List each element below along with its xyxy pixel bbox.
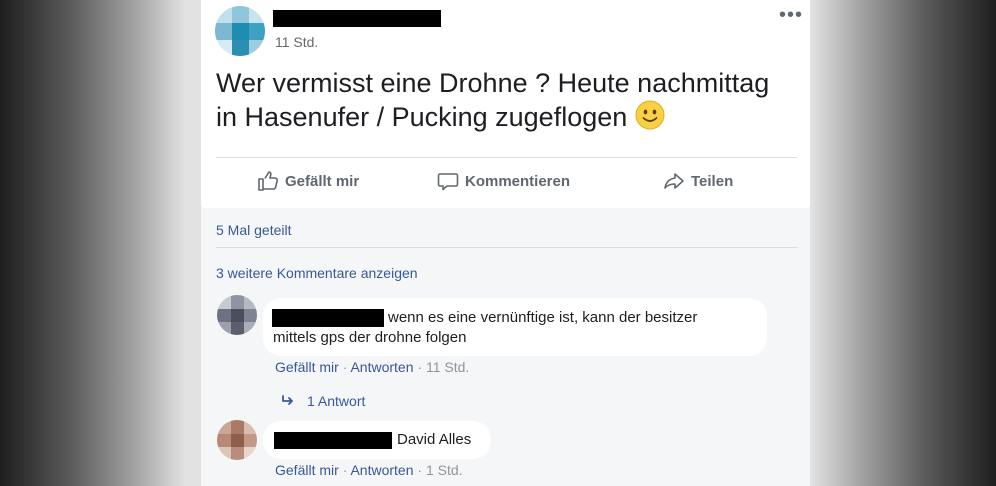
more-comments-link[interactable]: 3 weitere Kommentare anzeigen: [216, 265, 418, 281]
comment-bubble: wenn es eine vernünftige ist, kann der b…: [263, 298, 767, 356]
reply-like-link[interactable]: Gefällt mir: [275, 462, 339, 478]
reply-text: David Alles: [397, 431, 472, 448]
like-label: Gefällt mir: [285, 172, 360, 190]
share-button[interactable]: Teilen: [663, 170, 733, 192]
replier-avatar[interactable]: [217, 420, 257, 460]
comment-timestamp[interactable]: 11 Std.: [426, 359, 469, 375]
reply-bubble: David Alles: [263, 421, 491, 459]
comment-bubble-icon: [437, 173, 459, 191]
comment-text: wenn es eine vernünftige ist, kann der b…: [273, 309, 698, 346]
comment-label: Kommentieren: [465, 172, 571, 190]
share-label: Teilen: [691, 172, 734, 190]
comment-like-link[interactable]: Gefällt mir: [275, 359, 339, 375]
post-card: 11 Std. ••• Wer vermisst eine Drohne ? H…: [201, 0, 810, 208]
divider: [216, 247, 797, 248]
share-arrow-icon: [664, 173, 684, 189]
reply-actions: Gefällt mir · Antworten · 1 Std.: [275, 462, 463, 478]
view-replies-link[interactable]: 1 Antwort: [281, 393, 365, 409]
comment-actions: Gefällt mir · Antworten · 11 Std.: [275, 359, 470, 375]
replies-count: 1 Antwort: [307, 393, 366, 409]
post-text: Wer vermisst eine Drohne ? Heute nachmit…: [216, 66, 796, 134]
share-count-link[interactable]: 5 Mal geteilt: [216, 222, 291, 238]
reply-reply-link[interactable]: Antworten: [350, 462, 413, 478]
post-body: Wer vermisst eine Drohne ? Heute nachmit…: [216, 68, 770, 132]
commenter-avatar[interactable]: [217, 295, 257, 335]
reply-timestamp[interactable]: 1 Std.: [426, 462, 463, 478]
comment-reply-link[interactable]: Antworten: [350, 359, 413, 375]
author-avatar[interactable]: [215, 6, 265, 56]
comments-section: 5 Mal geteilt 3 weitere Kommentare anzei…: [201, 208, 810, 486]
comment-button[interactable]: Kommentieren: [437, 170, 570, 192]
slightly-smiling-face-icon: [635, 100, 665, 130]
divider: [216, 157, 797, 158]
redacted-replier-name: [274, 432, 392, 449]
redacted-author-name: [273, 10, 441, 27]
post-timestamp[interactable]: 11 Std.: [275, 34, 318, 50]
more-options-icon[interactable]: •••: [779, 4, 803, 27]
thumbs-up-icon: [258, 171, 279, 191]
reply-arrow-icon: [282, 395, 293, 405]
like-button[interactable]: Gefällt mir: [257, 170, 359, 192]
